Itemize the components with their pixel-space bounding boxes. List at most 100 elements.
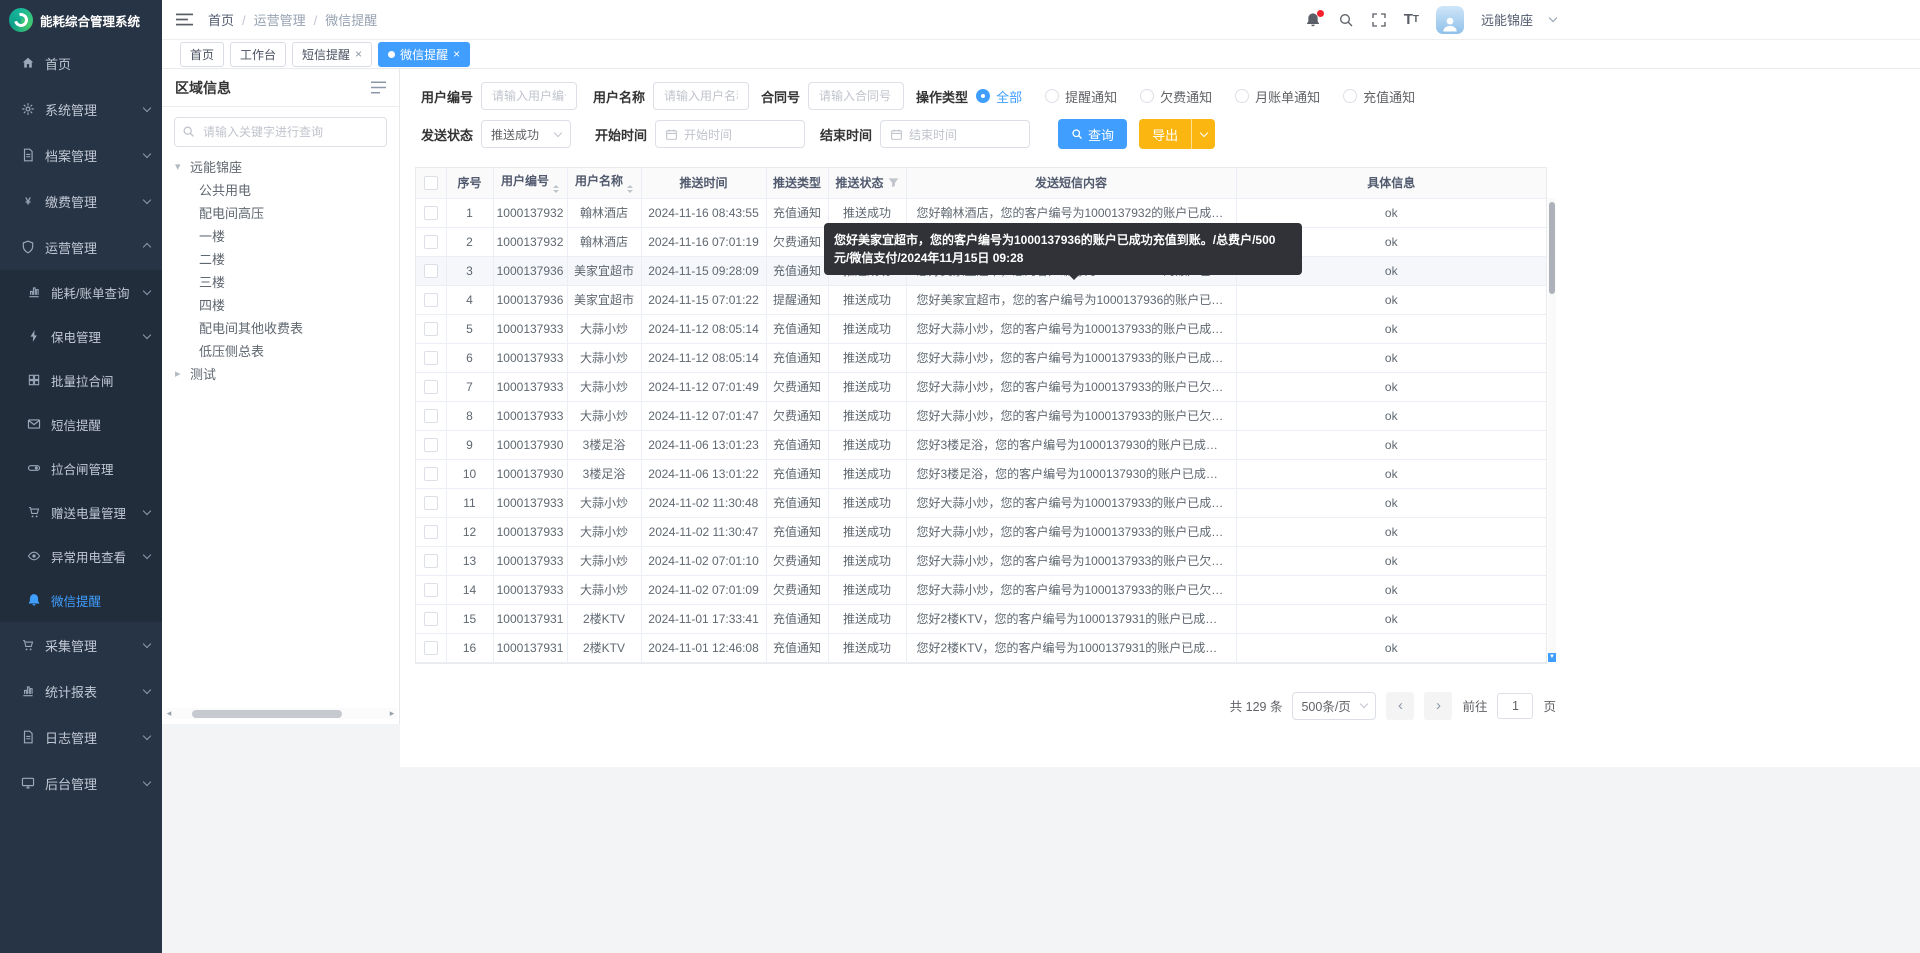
scrollbar-thumb[interactable] bbox=[192, 710, 342, 718]
send-status-select[interactable]: 推送成功 bbox=[481, 120, 571, 148]
scroll-left-arrow[interactable]: ◂ bbox=[164, 708, 174, 719]
column-user-name[interactable]: 用户名称 bbox=[567, 168, 641, 198]
breadcrumb-item[interactable]: 首页 bbox=[208, 13, 234, 28]
sidebar-item-log[interactable]: 日志管理 bbox=[0, 714, 162, 760]
tab-sms-remind[interactable]: 短信提醒× bbox=[292, 42, 372, 67]
close-icon[interactable]: × bbox=[453, 48, 460, 60]
chevron-down-icon[interactable] bbox=[1549, 14, 1557, 22]
sort-icon[interactable] bbox=[627, 185, 633, 193]
tree-node-hv-distribution[interactable]: 配电间高压 bbox=[162, 201, 399, 224]
tree-node-floor-4[interactable]: 四楼 bbox=[162, 293, 399, 316]
end-time-input[interactable]: 结束时间 bbox=[880, 120, 1030, 148]
prev-page-button[interactable]: ‹ bbox=[1386, 692, 1414, 720]
sidebar-item-energy-bill-query[interactable]: 能耗/账单查询 bbox=[0, 270, 162, 314]
row-checkbox[interactable] bbox=[424, 206, 438, 220]
breadcrumb-item[interactable]: 运营管理 bbox=[254, 13, 306, 28]
page-number-input[interactable] bbox=[1497, 693, 1533, 719]
row-checkbox[interactable] bbox=[424, 293, 438, 307]
sidebar-item-switch-manage[interactable]: 拉合闸管理 bbox=[0, 446, 162, 490]
start-time-input[interactable]: 开始时间 bbox=[655, 120, 805, 148]
column-user-id[interactable]: 用户编号 bbox=[493, 168, 567, 198]
sidebar-item-archive[interactable]: 档案管理 bbox=[0, 132, 162, 178]
export-button[interactable]: 导出 bbox=[1139, 119, 1215, 149]
row-checkbox[interactable] bbox=[424, 380, 438, 394]
cell-sms-content: 您好大蒜小炒，您的客户编号为1000137933的账户已成功充值到账。 bbox=[906, 517, 1236, 546]
column-push-status[interactable]: 推送状态 bbox=[828, 168, 906, 198]
table-row: 141000137933大蒜小炒2024-11-02 07:01:09欠费通知推… bbox=[416, 575, 1546, 604]
cell-push-status: 推送成功 bbox=[828, 459, 906, 488]
row-checkbox[interactable] bbox=[424, 351, 438, 365]
radio-arrears[interactable]: 欠费通知 bbox=[1140, 87, 1212, 106]
sidebar-item-collection[interactable]: 采集管理 bbox=[0, 622, 162, 668]
cell-push-time: 2024-11-02 11:30:47 bbox=[641, 517, 766, 546]
contract-input[interactable] bbox=[808, 82, 904, 110]
row-checkbox[interactable] bbox=[424, 525, 438, 539]
row-checkbox[interactable] bbox=[424, 264, 438, 278]
sidebar-item-power-protection[interactable]: 保电管理 bbox=[0, 314, 162, 358]
filter-funnel-icon[interactable] bbox=[888, 177, 899, 191]
notification-bell-icon[interactable] bbox=[1305, 12, 1321, 28]
sidebar-item-operations[interactable]: 运营管理 bbox=[0, 224, 162, 270]
tree-node-floor-1[interactable]: 一楼 bbox=[162, 224, 399, 247]
row-checkbox[interactable] bbox=[424, 322, 438, 336]
page-size-select[interactable]: 500条/页 bbox=[1292, 692, 1376, 720]
row-checkbox[interactable] bbox=[424, 467, 438, 481]
list-settings-icon[interactable] bbox=[371, 81, 386, 94]
tree-caret-icon[interactable]: ▸ bbox=[175, 367, 185, 380]
font-size-icon[interactable]: TT bbox=[1404, 11, 1419, 28]
fullscreen-icon[interactable] bbox=[1371, 12, 1387, 28]
user-name[interactable]: 远能锦座 bbox=[1481, 10, 1533, 29]
row-checkbox[interactable] bbox=[424, 641, 438, 655]
close-icon[interactable]: × bbox=[355, 48, 362, 60]
search-icon[interactable] bbox=[1338, 12, 1354, 28]
tree-node-distribution-other[interactable]: 配电间其他收费表 bbox=[162, 316, 399, 339]
sidebar-toggle-icon[interactable] bbox=[176, 12, 193, 27]
sidebar-item-sms-remind[interactable]: 短信提醒 bbox=[0, 402, 162, 446]
sidebar-item-abnormal-usage[interactable]: 异常用电查看 bbox=[0, 534, 162, 578]
tree-caret-icon[interactable]: ▾ bbox=[175, 160, 185, 173]
user-name-input[interactable] bbox=[653, 82, 749, 110]
sidebar-item-gift-energy[interactable]: 赠送电量管理 bbox=[0, 490, 162, 534]
region-search-input[interactable] bbox=[174, 117, 387, 147]
tree-node-floor-3[interactable]: 三楼 bbox=[162, 270, 399, 293]
scrollbar-thumb[interactable] bbox=[1549, 202, 1555, 294]
sidebar-item-batch-switch[interactable]: 批量拉合闸 bbox=[0, 358, 162, 402]
radio-recharge[interactable]: 充值通知 bbox=[1343, 87, 1415, 106]
user-id-input[interactable] bbox=[481, 82, 577, 110]
sidebar-item-system[interactable]: 系统管理 bbox=[0, 86, 162, 132]
select-all-checkbox[interactable] bbox=[424, 176, 438, 190]
row-checkbox[interactable] bbox=[424, 235, 438, 249]
row-checkbox[interactable] bbox=[424, 612, 438, 626]
sidebar-item-payment[interactable]: ¥缴费管理 bbox=[0, 178, 162, 224]
radio-monthly-bill[interactable]: 月账单通知 bbox=[1235, 87, 1320, 106]
sidebar-item-backend[interactable]: 后台管理 bbox=[0, 760, 162, 806]
row-checkbox[interactable] bbox=[424, 583, 438, 597]
tree-node-lv-total[interactable]: 低压侧总表 bbox=[162, 339, 399, 362]
export-dropdown-arrow[interactable] bbox=[1191, 119, 1215, 149]
scroll-down-arrow[interactable]: ▼ bbox=[1548, 653, 1556, 662]
search-button[interactable]: 查询 bbox=[1058, 119, 1127, 149]
radio-all[interactable]: 全部 bbox=[976, 87, 1022, 106]
tree-node-test[interactable]: ▸测试 bbox=[162, 362, 399, 385]
toggle-icon bbox=[25, 461, 42, 475]
tab-wechat-remind[interactable]: 微信提醒× bbox=[378, 42, 470, 67]
tab-workbench[interactable]: 工作台 bbox=[230, 42, 286, 67]
radio-remind[interactable]: 提醒通知 bbox=[1045, 87, 1117, 106]
next-page-button[interactable]: › bbox=[1424, 692, 1452, 720]
tab-home[interactable]: 首页 bbox=[180, 42, 224, 67]
sort-icon[interactable] bbox=[553, 185, 559, 193]
sidebar-item-home[interactable]: 首页 bbox=[0, 40, 162, 86]
tree-node-yuanneng-jinzuo[interactable]: ▾远能锦座 bbox=[162, 155, 399, 178]
sidebar-item-wechat-remind[interactable]: 微信提醒 bbox=[0, 578, 162, 622]
row-checkbox[interactable] bbox=[424, 496, 438, 510]
row-checkbox[interactable] bbox=[424, 438, 438, 452]
tree-node-public-power[interactable]: 公共用电 bbox=[162, 178, 399, 201]
row-checkbox[interactable] bbox=[424, 554, 438, 568]
table-scrollbar[interactable]: ▼ bbox=[1548, 198, 1556, 662]
avatar[interactable] bbox=[1436, 6, 1464, 34]
sidebar-item-report[interactable]: 统计报表 bbox=[0, 668, 162, 714]
row-checkbox[interactable] bbox=[424, 409, 438, 423]
horizontal-scrollbar[interactable]: ◂ ▸ bbox=[164, 708, 397, 719]
scroll-right-arrow[interactable]: ▸ bbox=[387, 708, 397, 719]
tree-node-floor-2[interactable]: 二楼 bbox=[162, 247, 399, 270]
